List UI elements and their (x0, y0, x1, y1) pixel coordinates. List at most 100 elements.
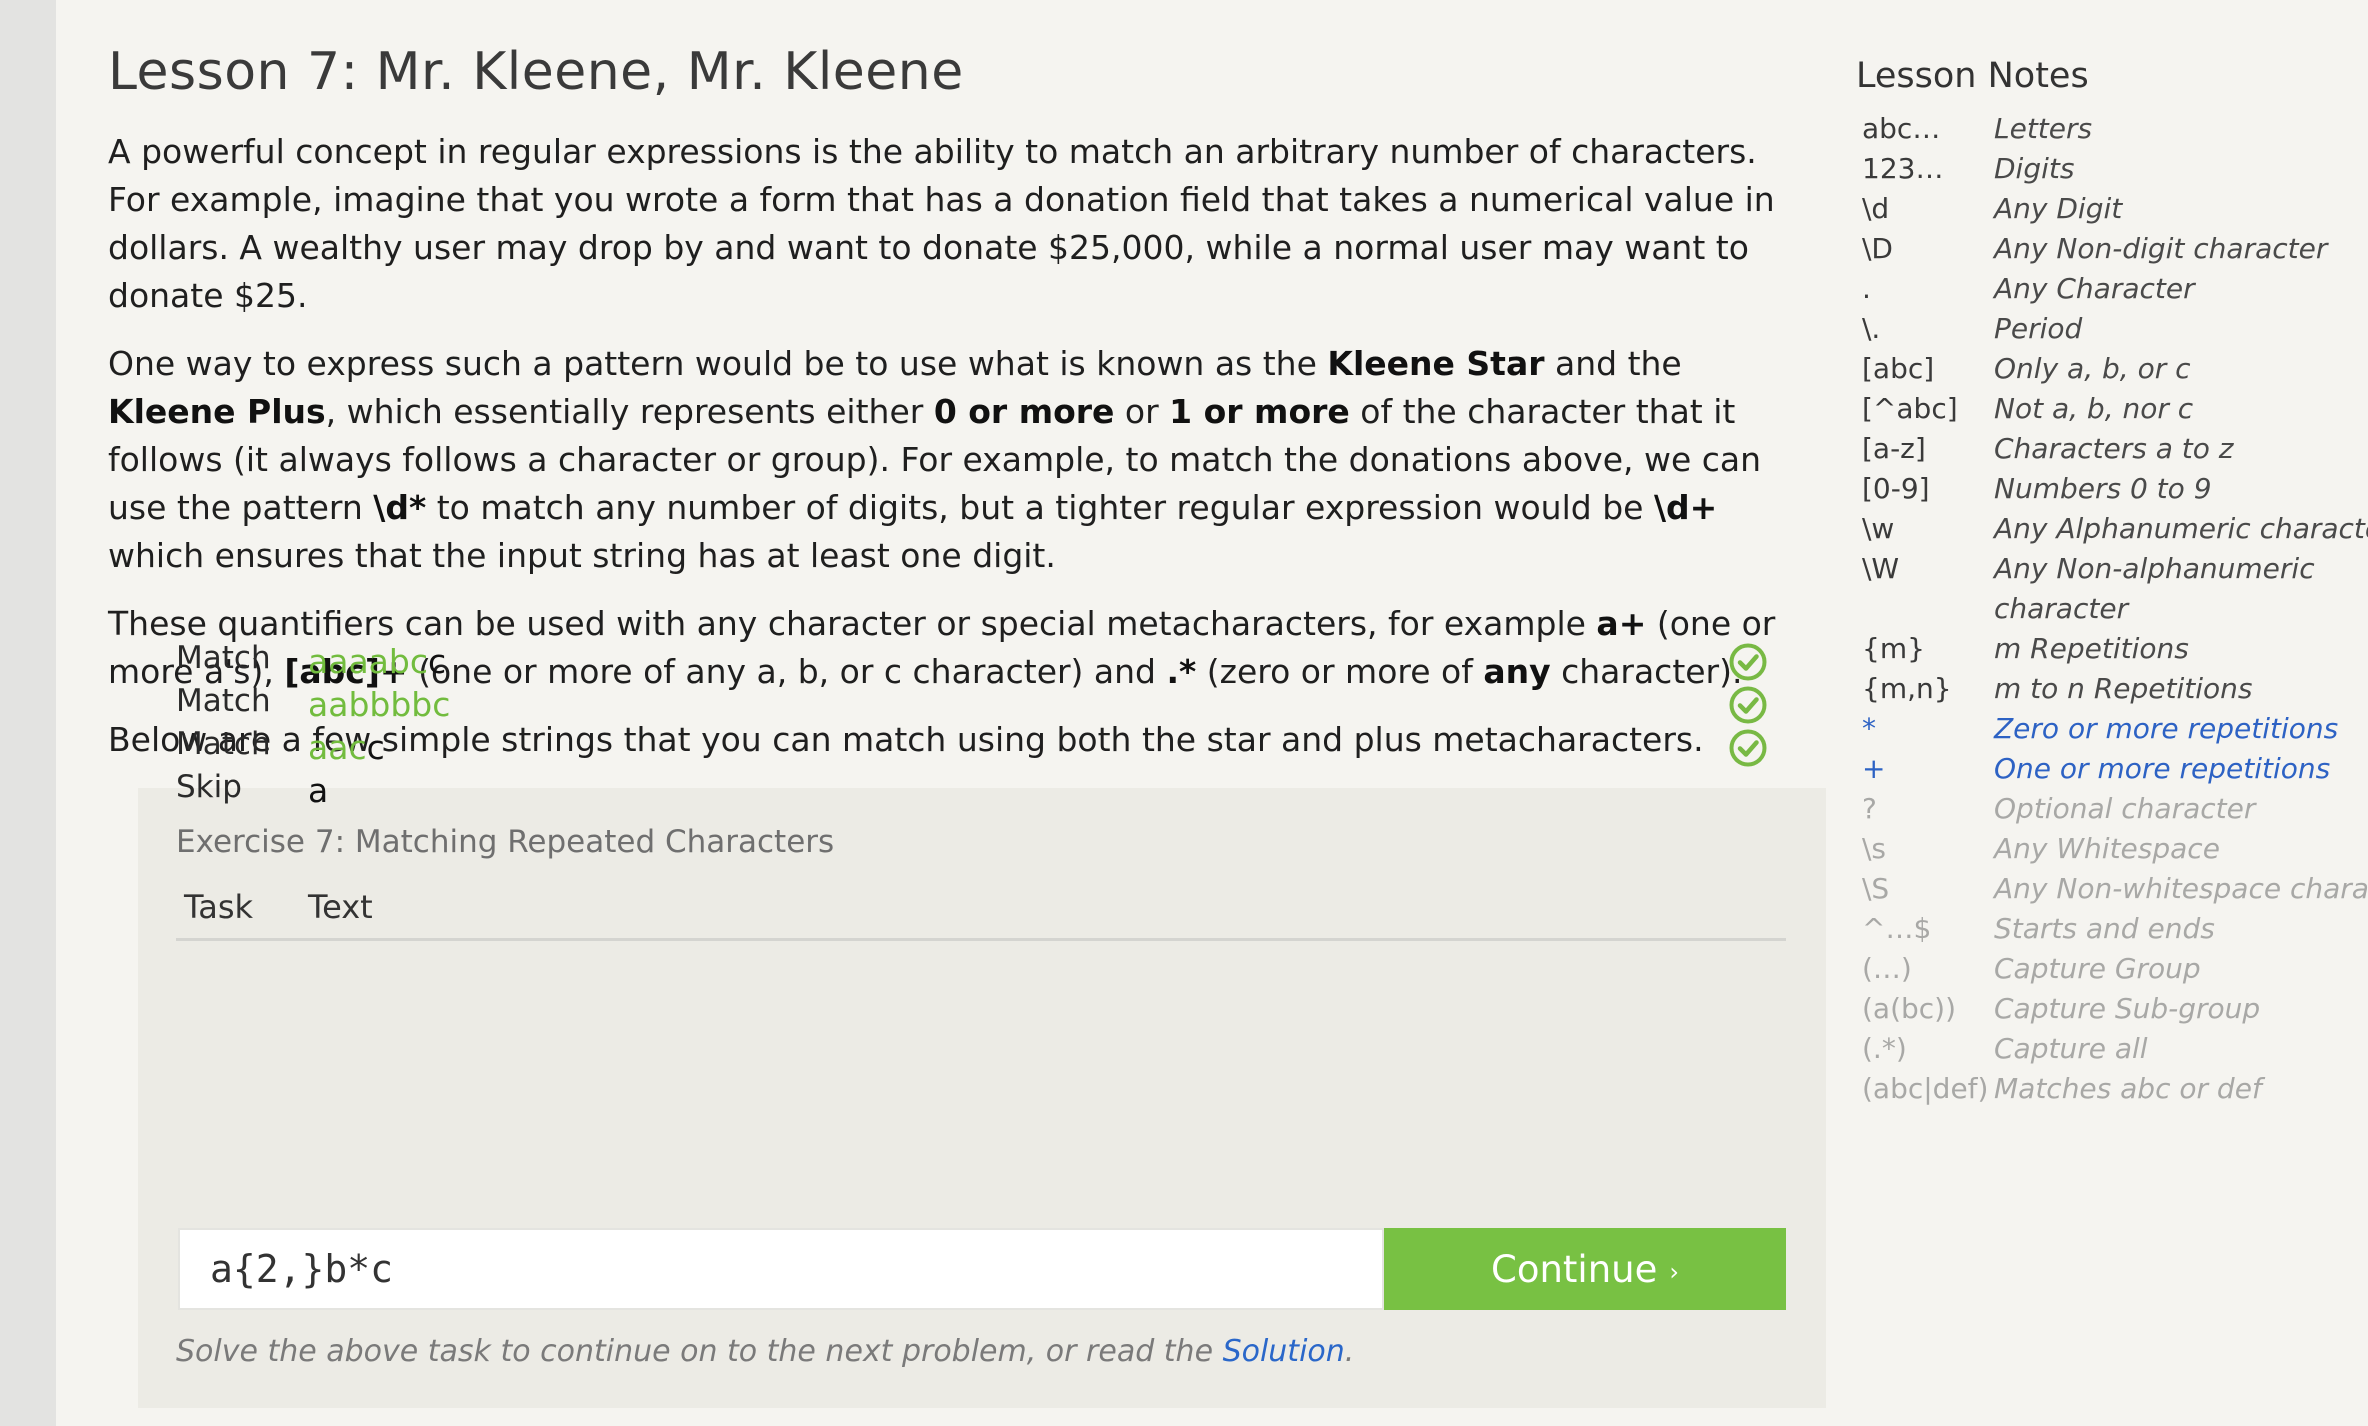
note-description: Starts and ends (1994, 912, 2215, 945)
note-description: Any Non-alphanumeric (1994, 552, 2315, 585)
continue-button[interactable]: Continue › (1384, 1228, 1786, 1310)
task-text: aabbbbc (308, 685, 450, 724)
note-description: Capture all (1994, 1032, 2148, 1065)
note-symbol: (a(bc)) (1862, 992, 1957, 1025)
note-description: Not a, b, nor c (1994, 392, 2194, 425)
check-icon (1728, 642, 1768, 682)
check-icon (1728, 728, 1768, 768)
note-description: Zero or more repetitions (1994, 712, 2339, 745)
task-type: Match (176, 726, 271, 762)
note-symbol: * (1862, 712, 1876, 745)
note-description: Digits (1994, 152, 2075, 185)
exercise-title: Exercise 7: Matching Repeated Characters (176, 824, 835, 860)
unmatched-text: c (366, 728, 385, 767)
task-text: aaaabcc (308, 642, 446, 681)
note-symbol: + (1862, 752, 1886, 785)
paragraph-text: One way to express such a pattern would … (108, 344, 1328, 383)
bold-term: Kleene Star (1327, 344, 1545, 383)
note-symbol: \S (1862, 872, 1890, 905)
unmatched-text: c (427, 642, 447, 681)
note-symbol: [a-z] (1862, 432, 1926, 465)
note-symbol: (…) (1862, 952, 1912, 985)
paragraph-text: to match any number of digits, but a tig… (426, 488, 1654, 527)
lesson-title: Lesson 7: Mr. Kleene, Mr. Kleene (108, 42, 964, 102)
paragraph-text: A powerful concept in regular expression… (108, 132, 1775, 315)
bold-term: \d* (373, 488, 427, 527)
note-description: m Repetitions (1994, 632, 2189, 665)
note-symbol: (abc|def) (1862, 1072, 1989, 1105)
note-symbol: \D (1862, 232, 1893, 265)
check-icon (1728, 685, 1768, 725)
bold-term: \d+ (1653, 488, 1718, 527)
task-row: Skip a (138, 769, 1826, 829)
note-symbol: \s (1862, 832, 1887, 865)
footer-note-suffix: . (1344, 1334, 1355, 1369)
task-type: Match (176, 640, 271, 676)
note-description: m to n Repetitions (1994, 672, 2253, 705)
note-description: Period (1994, 312, 2083, 345)
note-symbol: \W (1862, 552, 1900, 585)
note-description: Any Non-digit character (1994, 232, 2328, 265)
note-symbol: {m} (1862, 632, 1925, 665)
note-description: Any Non-whitespace characte (1994, 872, 2368, 905)
note-description: Capture Sub-group (1994, 992, 2261, 1025)
note-description: Characters a to z (1994, 432, 2234, 465)
note-symbol: \d (1862, 192, 1890, 225)
paragraph-text: which ensures that the input string has … (108, 536, 1056, 575)
continue-label: Continue (1491, 1248, 1658, 1291)
note-description: Matches abc or def (1994, 1072, 2262, 1105)
note-symbol: [abc] (1862, 352, 1935, 385)
note-symbol: ^…$ (1862, 912, 1932, 945)
note-description: Any Character (1994, 272, 2195, 305)
page: Lesson 7: Mr. Kleene, Mr. Kleene A power… (56, 0, 2368, 1426)
bold-term: 1 or more (1169, 392, 1350, 431)
lesson-paragraph-1: A powerful concept in regular expression… (108, 128, 1788, 320)
note-description: Capture Group (1994, 952, 2201, 985)
note-symbol: {m,n} (1862, 672, 1952, 705)
solution-link[interactable]: Solution (1223, 1334, 1345, 1369)
note-symbol: abc… (1862, 112, 1941, 145)
column-header-task: Task (184, 888, 254, 926)
chevron-right-icon: › (1669, 1257, 1679, 1286)
note-description: character (1994, 592, 2129, 625)
note-description: Any Digit (1994, 192, 2123, 225)
note-description: Any Alphanumeric character (1994, 512, 2368, 545)
note-symbol: \. (1862, 312, 1881, 345)
note-symbol: . (1862, 272, 1871, 305)
paragraph-text: and the (1544, 344, 1682, 383)
note-symbol: \w (1862, 512, 1895, 545)
paragraph-text: These quantifiers can be used with any c… (108, 604, 1597, 643)
note-symbol: 123… (1862, 152, 1944, 185)
exercise-panel: Exercise 7: Matching Repeated Characters… (138, 640, 1826, 1408)
task-type: Match (176, 683, 271, 719)
note-description: Optional character (1994, 792, 2256, 825)
lesson-notes-title: Lesson Notes (1856, 56, 2089, 96)
paragraph-text: or (1114, 392, 1170, 431)
note-description: Any Whitespace (1994, 832, 2220, 865)
bold-term: a+ (1596, 604, 1647, 643)
exercise-footer-note: Solve the above task to continue on to t… (176, 1334, 1354, 1369)
note-symbol: ? (1862, 792, 1877, 825)
note-description: One or more repetitions (1994, 752, 2331, 785)
bold-term: Kleene Plus (108, 392, 326, 431)
note-description: Numbers 0 to 9 (1994, 472, 2212, 505)
task-text: a (308, 771, 328, 810)
note-description: Only a, b, or c (1994, 352, 2191, 385)
note-description: Letters (1994, 112, 2093, 145)
regex-input[interactable] (178, 1228, 1384, 1310)
footer-note-text: Solve the above task to continue on to t… (176, 1334, 1223, 1369)
task-text: aacc (308, 728, 385, 767)
note-symbol: [^abc] (1862, 392, 1958, 425)
unmatched-text: a (308, 771, 329, 810)
matched-text: aaaabc (308, 642, 428, 681)
bold-term: 0 or more (933, 392, 1115, 431)
task-type: Skip (176, 769, 242, 805)
lesson-paragraph-2: One way to express such a pattern would … (108, 340, 1788, 580)
column-header-text: Text (308, 888, 373, 926)
paragraph-text: , which essentially represents either (325, 392, 934, 431)
matched-text: aabbbbc (308, 685, 451, 724)
matched-text: aac (308, 728, 367, 767)
header-divider (176, 938, 1786, 941)
note-symbol: (.*) (1862, 1032, 1907, 1065)
note-symbol: [0-9] (1862, 472, 1930, 505)
